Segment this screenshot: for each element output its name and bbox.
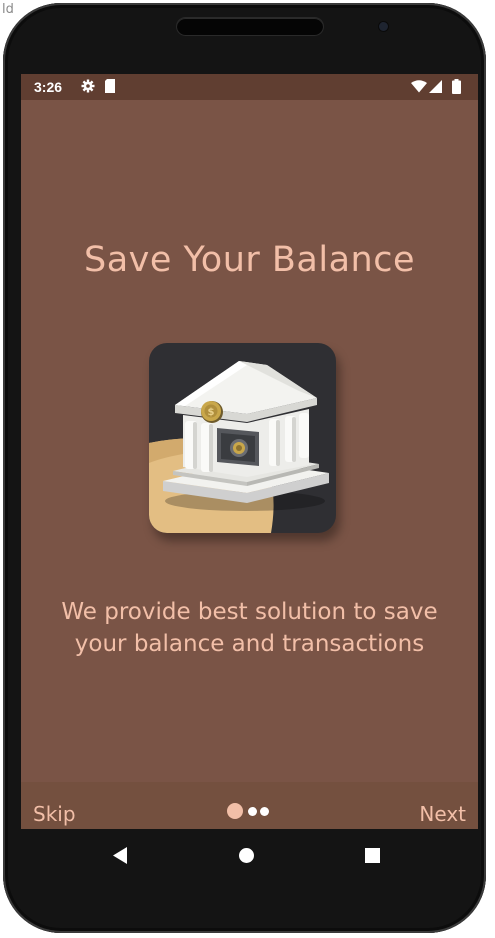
front-camera (379, 22, 388, 31)
wifi-icon (411, 80, 427, 98)
cell-signal-icon (429, 80, 442, 98)
page-description: We provide best solution to save your ba… (31, 596, 468, 660)
page-dot-1-active[interactable] (227, 803, 243, 819)
system-navigation-bar (3, 839, 486, 873)
earpiece-speaker (177, 18, 323, 35)
page-dot-3[interactable] (260, 807, 269, 816)
description-line-2: your balance and transactions (74, 631, 425, 657)
battery-icon (452, 79, 461, 99)
status-time: 3:26 (34, 79, 63, 95)
status-bar: 3:26 (21, 74, 478, 100)
app-screen: 3:26 Save Your Balance $ We provide best… (21, 74, 478, 829)
sim-card-icon (104, 79, 116, 98)
description-line-1: We provide best solution to save (61, 599, 438, 625)
recents-icon[interactable] (365, 848, 380, 868)
svg-text:$: $ (208, 407, 215, 418)
skip-button[interactable]: Skip (33, 802, 76, 826)
home-icon[interactable] (239, 848, 254, 868)
onboarding-bottom-bar: Skip Next (21, 782, 478, 829)
back-icon[interactable] (113, 847, 127, 869)
gear-icon (81, 79, 95, 98)
page-dot-2[interactable] (248, 807, 257, 816)
next-button[interactable]: Next (419, 802, 466, 826)
bank-building-icon: $ (149, 343, 336, 533)
page-title: Save Your Balance (84, 240, 415, 280)
phone-frame: 3:26 Save Your Balance $ We provide best… (3, 3, 486, 933)
corner-label: ld (2, 2, 14, 17)
